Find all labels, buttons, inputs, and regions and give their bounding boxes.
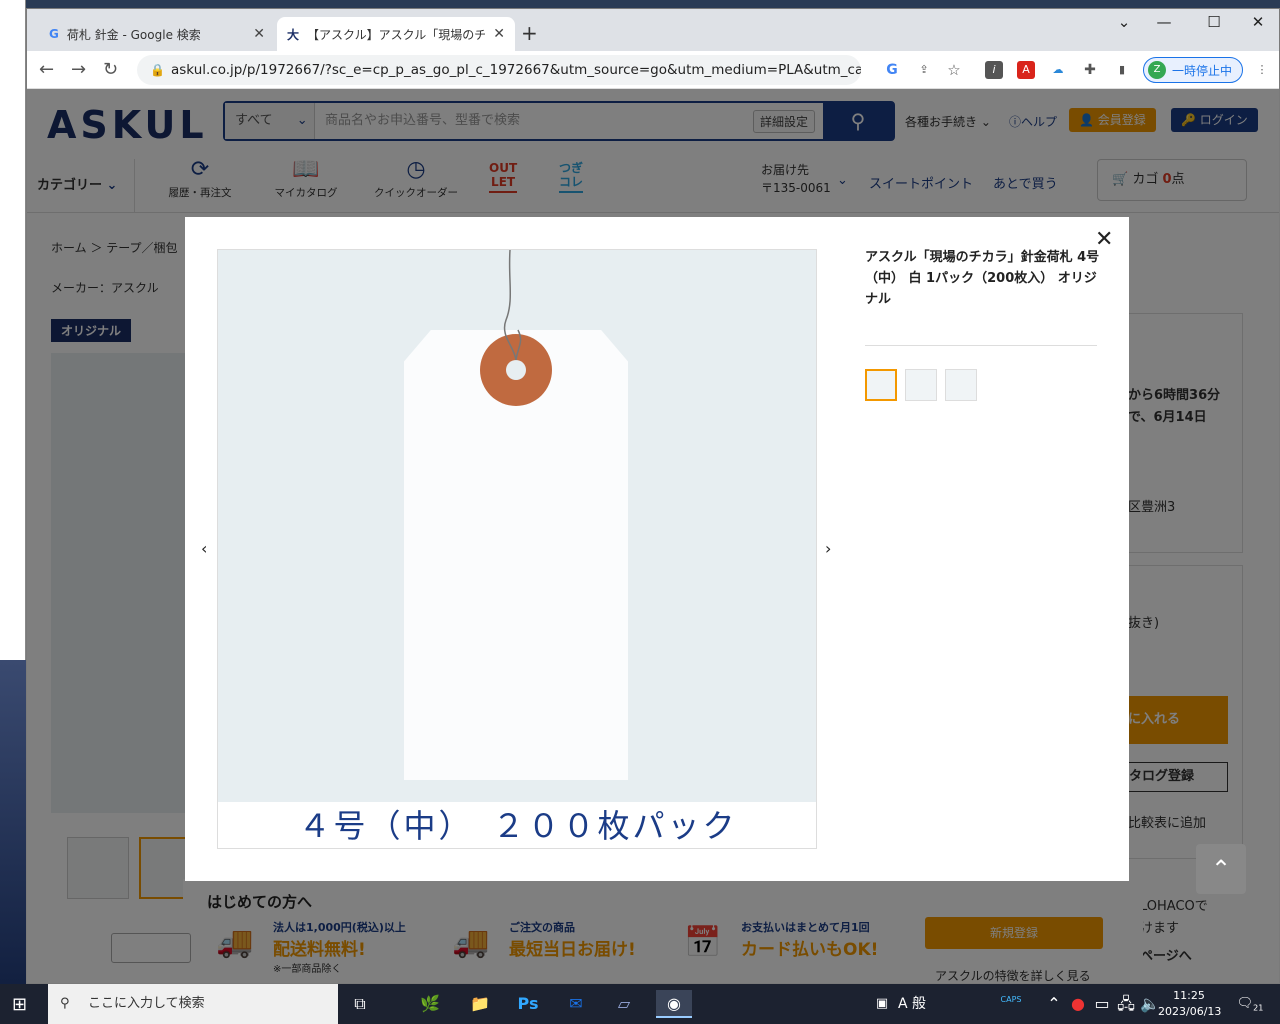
- cloud-extension-icon[interactable]: ☁: [1049, 61, 1067, 79]
- close-window-button[interactable]: ✕: [1235, 13, 1280, 31]
- search-placeholder: ここに入力して検索: [88, 996, 205, 1011]
- caps-indicator: CAPS: [1000, 995, 1022, 1004]
- previous-image-chevron-icon[interactable]: ‹: [201, 539, 207, 558]
- modal-thumbnail-3[interactable]: [945, 369, 977, 401]
- maximize-button[interactable]: ☐: [1191, 13, 1237, 31]
- divider: [865, 345, 1097, 346]
- menu-kebab-icon[interactable]: ⋮: [1253, 61, 1271, 79]
- avatar: Z: [1148, 61, 1166, 79]
- time-text: 11:25: [1173, 989, 1205, 1002]
- file-explorer-icon[interactable]: 📁: [462, 990, 498, 1018]
- info-extension-icon[interactable]: i: [985, 61, 1003, 79]
- clock[interactable]: 11:25 2023/06/13: [1158, 988, 1222, 1020]
- pause-label: 一時停止中: [1172, 63, 1233, 78]
- toolbar: ← → ↻ 🔒 askul.co.jp/p/1972667/?sc_e=cp_p…: [27, 51, 1279, 89]
- tab-askul[interactable]: 大 【アスクル】アスクル「現場のチカラ」針 ✕: [277, 17, 515, 51]
- modal-thumbnail-1[interactable]: [865, 369, 897, 401]
- background-window[interactable]: [0, 0, 26, 660]
- back-icon[interactable]: ←: [39, 59, 54, 80]
- modal-thumbnail-2[interactable]: [905, 369, 937, 401]
- share-icon[interactable]: ⇪: [915, 61, 933, 79]
- image-caption: ４号（中） ２００枚パック: [218, 802, 816, 848]
- photoshop-icon[interactable]: Ps: [510, 990, 546, 1018]
- close-tab-icon[interactable]: ✕: [253, 26, 265, 42]
- task-view-icon[interactable]: ⧉: [342, 990, 378, 1018]
- app-icon-2[interactable]: ▱: [606, 990, 642, 1018]
- app-icon[interactable]: 🌿: [412, 990, 448, 1018]
- chrome-icon[interactable]: ◉: [656, 990, 692, 1018]
- windows-taskbar: ⊞ ⚲ ここに入力して検索 ⧉ 🌿 📁 Ps ✉ ▱ ◉ ▣ A 般 CAPS ⌃…: [0, 984, 1280, 1024]
- ime-indicator[interactable]: A 般: [892, 990, 932, 1018]
- bookmark-star-icon[interactable]: ☆: [945, 61, 963, 79]
- tab-google-search[interactable]: G 荷札 針金 - Google 検索 ✕: [39, 17, 275, 51]
- google-lens-icon[interactable]: G: [883, 61, 901, 79]
- askul-favicon-icon: 大: [287, 27, 300, 42]
- lock-icon: 🔒: [150, 63, 165, 77]
- pdf-extension-icon[interactable]: A: [1017, 61, 1035, 79]
- new-tab-button[interactable]: +: [521, 21, 538, 45]
- address-bar[interactable]: 🔒 askul.co.jp/p/1972667/?sc_e=cp_p_as_go…: [137, 55, 861, 85]
- tab-strip: G 荷札 針金 - Google 検索 ✕ 大 【アスクル】アスクル「現場のチカ…: [27, 9, 1279, 51]
- back-to-top-chevron-icon[interactable]: ⌃: [1196, 844, 1246, 894]
- browser-window: G 荷札 針金 - Google 検索 ✕ 大 【アスクル】アスクル「現場のチカ…: [26, 8, 1280, 984]
- modal-product-title: アスクル「現場のチカラ」針金荷札 4号（中） 白 1パック（200枚入） オリジ…: [865, 250, 1100, 307]
- notification-count: 21: [1253, 1003, 1264, 1013]
- tab-label: 荷札 針金 - Google 検索: [66, 27, 201, 42]
- google-icon: G: [49, 27, 59, 41]
- next-image-chevron-icon[interactable]: ›: [825, 539, 831, 558]
- tab-label: 【アスクル】アスクル「現場のチカラ」針: [307, 27, 486, 42]
- windows-start-icon[interactable]: ⊞: [12, 994, 27, 1015]
- modal-product-image: ４号（中） ２００枚パック: [217, 249, 817, 849]
- side-panel-icon[interactable]: ▮: [1113, 61, 1131, 79]
- extensions-puzzle-icon[interactable]: ✚: [1081, 61, 1099, 79]
- notifications-icon[interactable]: 🗨21: [1232, 990, 1268, 1018]
- url-text: askul.co.jp/p/1972667/?sc_e=cp_p_as_go_p…: [171, 62, 861, 78]
- image-modal: ✕ ４号（中） ２００枚パック ‹ › アスクル「現場のチカラ」針金荷札 4号（…: [185, 217, 1129, 881]
- minimize-button[interactable]: —: [1141, 13, 1187, 31]
- wire-graphic: [503, 250, 522, 361]
- taskbar-search-input[interactable]: ⚲ ここに入力して検索: [48, 984, 338, 1024]
- desktop-wallpaper: [0, 660, 26, 984]
- forward-icon[interactable]: →: [71, 59, 86, 80]
- reload-icon[interactable]: ↻: [103, 59, 118, 80]
- search-icon: ⚲: [60, 996, 70, 1011]
- date-text: 2023/06/13: [1158, 1005, 1222, 1018]
- outlook-icon[interactable]: ✉: [558, 990, 594, 1018]
- profile-paused-button[interactable]: Z 一時停止中: [1143, 57, 1243, 83]
- close-tab-icon[interactable]: ✕: [493, 26, 505, 42]
